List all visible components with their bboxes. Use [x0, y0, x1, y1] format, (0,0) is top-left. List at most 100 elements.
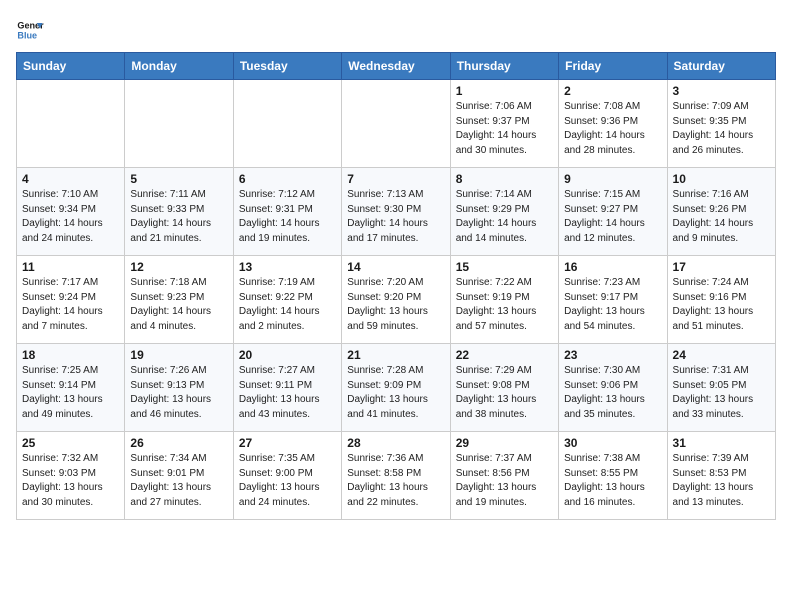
col-header-tuesday: Tuesday [233, 53, 341, 80]
calendar-cell: 4Sunrise: 7:10 AMSunset: 9:34 PMDaylight… [17, 168, 125, 256]
day-number: 30 [564, 436, 661, 450]
calendar-cell [125, 80, 233, 168]
day-number: 25 [22, 436, 119, 450]
calendar-cell: 24 Sunrise: 7:31 AMSunset: 9:05 PMDayligh… [667, 344, 775, 432]
day-info: Sunrise: 7:20 AMSunset: 9:20 PMDaylight:… [347, 276, 444, 334]
calendar-cell: 25 Sunrise: 7:32 AMSunset: 9:03 PMDayligh… [17, 432, 125, 520]
day-info: Sunrise: 7:24 AMSunset: 9:16 PMDaylight:… [673, 276, 770, 334]
calendar-cell: 20 Sunrise: 7:27 AMSunset: 9:11 PMDayligh… [233, 344, 341, 432]
calendar-cell: 21Sunrise: 7:28 AMSunset: 9:09 PMDayligh… [342, 344, 450, 432]
calendar-cell: 6 Sunrise: 7:12 AMSunset: 9:31 PMDaylight… [233, 168, 341, 256]
day-number: 23 [564, 348, 661, 362]
col-header-wednesday: Wednesday [342, 53, 450, 80]
day-info: Sunrise: 7:39 AMSunset: 8:53 PMDaylight:… [673, 452, 770, 510]
week-row-1: 1Sunrise: 7:06 AMSunset: 9:37 PMDaylight… [17, 80, 776, 168]
day-info: Sunrise: 7:16 AMSunset: 9:26 PMDaylight:… [673, 188, 770, 246]
day-number: 24 [673, 348, 770, 362]
col-header-thursday: Thursday [450, 53, 558, 80]
day-info: Sunrise: 7:13 AMSunset: 9:30 PMDaylight:… [347, 188, 444, 246]
calendar-cell: 14 Sunrise: 7:20 AMSunset: 9:20 PMDayligh… [342, 256, 450, 344]
day-info: Sunrise: 7:35 AMSunset: 9:00 PMDaylight:… [239, 452, 336, 510]
day-number: 31 [673, 436, 770, 450]
day-number: 29 [456, 436, 553, 450]
calendar-cell: 1Sunrise: 7:06 AMSunset: 9:37 PMDaylight… [450, 80, 558, 168]
calendar-cell: 30Sunrise: 7:38 AMSunset: 8:55 PMDayligh… [559, 432, 667, 520]
day-number: 1 [456, 84, 553, 98]
day-number: 15 [456, 260, 553, 274]
day-info: Sunrise: 7:18 AMSunset: 9:23 PMDaylight:… [130, 276, 227, 334]
day-info: Sunrise: 7:37 AMSunset: 8:56 PMDaylight:… [456, 452, 553, 510]
day-info: Sunrise: 7:09 AMSunset: 9:35 PMDaylight:… [673, 100, 770, 158]
day-number: 17 [673, 260, 770, 274]
day-number: 4 [22, 172, 119, 186]
calendar-cell: 9Sunrise: 7:15 AMSunset: 9:27 PMDaylight… [559, 168, 667, 256]
logo: General Blue [16, 16, 48, 44]
calendar-header-row: SundayMondayTuesdayWednesdayThursdayFrid… [17, 53, 776, 80]
day-info: Sunrise: 7:32 AMSunset: 9:03 PMDaylight:… [22, 452, 119, 510]
day-number: 18 [22, 348, 119, 362]
day-number: 7 [347, 172, 444, 186]
calendar-cell: 10 Sunrise: 7:16 AMSunset: 9:26 PMDayligh… [667, 168, 775, 256]
day-number: 16 [564, 260, 661, 274]
week-row-4: 18 Sunrise: 7:25 AMSunset: 9:14 PMDayligh… [17, 344, 776, 432]
day-info: Sunrise: 7:27 AMSunset: 9:11 PMDaylight:… [239, 364, 336, 422]
calendar-cell: 5 Sunrise: 7:11 AMSunset: 9:33 PMDaylight… [125, 168, 233, 256]
week-row-2: 4Sunrise: 7:10 AMSunset: 9:34 PMDaylight… [17, 168, 776, 256]
day-info: Sunrise: 7:12 AMSunset: 9:31 PMDaylight:… [239, 188, 336, 246]
day-number: 12 [130, 260, 227, 274]
day-number: 22 [456, 348, 553, 362]
calendar-cell: 17 Sunrise: 7:24 AMSunset: 9:16 PMDayligh… [667, 256, 775, 344]
week-row-5: 25 Sunrise: 7:32 AMSunset: 9:03 PMDayligh… [17, 432, 776, 520]
day-info: Sunrise: 7:22 AMSunset: 9:19 PMDaylight:… [456, 276, 553, 334]
day-info: Sunrise: 7:25 AMSunset: 9:14 PMDaylight:… [22, 364, 119, 422]
day-info: Sunrise: 7:08 AMSunset: 9:36 PMDaylight:… [564, 100, 661, 158]
day-number: 8 [456, 172, 553, 186]
week-row-3: 11 Sunrise: 7:17 AMSunset: 9:24 PMDayligh… [17, 256, 776, 344]
calendar-cell [342, 80, 450, 168]
svg-text:Blue: Blue [17, 30, 37, 40]
calendar-cell: 12 Sunrise: 7:18 AMSunset: 9:23 PMDayligh… [125, 256, 233, 344]
calendar-cell: 31 Sunrise: 7:39 AMSunset: 8:53 PMDayligh… [667, 432, 775, 520]
day-number: 10 [673, 172, 770, 186]
day-info: Sunrise: 7:11 AMSunset: 9:33 PMDaylight:… [130, 188, 227, 246]
calendar-cell: 26 Sunrise: 7:34 AMSunset: 9:01 PMDayligh… [125, 432, 233, 520]
calendar-cell: 2 Sunrise: 7:08 AMSunset: 9:36 PMDaylight… [559, 80, 667, 168]
calendar-cell [17, 80, 125, 168]
calendar-table: SundayMondayTuesdayWednesdayThursdayFrid… [16, 52, 776, 520]
calendar-cell: 28 Sunrise: 7:36 AMSunset: 8:58 PMDayligh… [342, 432, 450, 520]
day-number: 26 [130, 436, 227, 450]
calendar-cell: 27 Sunrise: 7:35 AMSunset: 9:00 PMDayligh… [233, 432, 341, 520]
col-header-saturday: Saturday [667, 53, 775, 80]
page-header: General Blue [16, 16, 776, 44]
day-number: 28 [347, 436, 444, 450]
day-info: Sunrise: 7:28 AMSunset: 9:09 PMDaylight:… [347, 364, 444, 422]
day-info: Sunrise: 7:15 AMSunset: 9:27 PMDaylight:… [564, 188, 661, 246]
day-number: 20 [239, 348, 336, 362]
day-number: 14 [347, 260, 444, 274]
day-info: Sunrise: 7:36 AMSunset: 8:58 PMDaylight:… [347, 452, 444, 510]
day-number: 27 [239, 436, 336, 450]
day-number: 5 [130, 172, 227, 186]
calendar-cell: 7 Sunrise: 7:13 AMSunset: 9:30 PMDaylight… [342, 168, 450, 256]
col-header-sunday: Sunday [17, 53, 125, 80]
day-number: 2 [564, 84, 661, 98]
calendar-cell: 8 Sunrise: 7:14 AMSunset: 9:29 PMDaylight… [450, 168, 558, 256]
calendar-cell: 29 Sunrise: 7:37 AMSunset: 8:56 PMDayligh… [450, 432, 558, 520]
day-info: Sunrise: 7:34 AMSunset: 9:01 PMDaylight:… [130, 452, 227, 510]
col-header-friday: Friday [559, 53, 667, 80]
day-info: Sunrise: 7:17 AMSunset: 9:24 PMDaylight:… [22, 276, 119, 334]
calendar-cell [233, 80, 341, 168]
day-number: 6 [239, 172, 336, 186]
day-info: Sunrise: 7:29 AMSunset: 9:08 PMDaylight:… [456, 364, 553, 422]
calendar-cell: 13Sunrise: 7:19 AMSunset: 9:22 PMDayligh… [233, 256, 341, 344]
calendar-cell: 3 Sunrise: 7:09 AMSunset: 9:35 PMDaylight… [667, 80, 775, 168]
logo-icon: General Blue [16, 16, 44, 44]
calendar-cell: 15 Sunrise: 7:22 AMSunset: 9:19 PMDayligh… [450, 256, 558, 344]
day-info: Sunrise: 7:14 AMSunset: 9:29 PMDaylight:… [456, 188, 553, 246]
day-number: 3 [673, 84, 770, 98]
day-number: 11 [22, 260, 119, 274]
calendar-cell: 18 Sunrise: 7:25 AMSunset: 9:14 PMDayligh… [17, 344, 125, 432]
day-info: Sunrise: 7:19 AMSunset: 9:22 PMDaylight:… [239, 276, 336, 334]
day-info: Sunrise: 7:23 AMSunset: 9:17 PMDaylight:… [564, 276, 661, 334]
day-info: Sunrise: 7:31 AMSunset: 9:05 PMDaylight:… [673, 364, 770, 422]
